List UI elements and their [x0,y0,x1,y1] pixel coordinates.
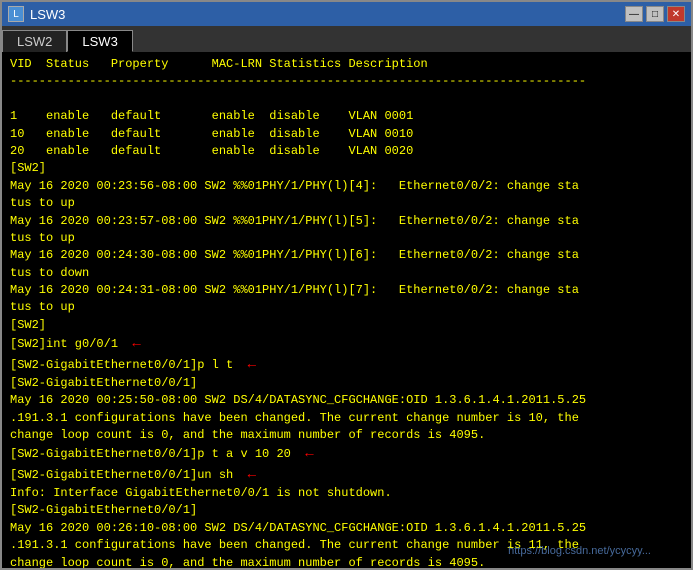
close-button[interactable]: ✕ [667,6,685,22]
terminal-line-5: [SW2] [10,160,683,177]
terminal-line-18: May 16 2020 00:25:50-08:00 SW2 DS/4/DATA… [10,392,683,409]
terminal-area[interactable]: VID Status Property MAC-LRN Statistics D… [2,52,691,568]
arrow-1: ← [132,336,140,352]
title-bar-left: L LSW3 [8,6,65,22]
terminal-line-9: tus to up [10,230,683,247]
terminal-line-13: tus to up [10,299,683,316]
title-bar-controls: — □ ✕ [625,6,685,22]
terminal-line-19: .191.3.1 configurations have been change… [10,410,683,427]
terminal-line-20: change loop count is 0, and the maximum … [10,427,683,444]
terminal-line-0: VID Status Property MAC-LRN Statistics D… [10,56,683,73]
terminal-line-11: tus to down [10,265,683,282]
window-title: LSW3 [30,7,65,22]
main-window: L LSW3 — □ ✕ LSW2 LSW3 VID Status Proper… [0,0,693,570]
terminal-line-25: May 16 2020 00:26:10-08:00 SW2 DS/4/DATA… [10,520,683,537]
window-icon: L [8,6,24,22]
watermark: https://blog.csdn.net/ycycyy... [508,544,651,560]
terminal-line-14: [SW2] [10,317,683,334]
terminal-line-3: 10 enable default enable disable VLAN 00… [10,126,683,143]
terminal-line-10: May 16 2020 00:24:30-08:00 SW2 %%01PHY/1… [10,247,683,264]
tab-lsw3[interactable]: LSW3 [67,30,132,52]
arrow-2: ← [248,357,256,373]
arrow-3: ← [305,446,313,462]
terminal-line-24: [SW2-GigabitEthernet0/0/1] [10,502,683,519]
terminal-line-4: 20 enable default enable disable VLAN 00… [10,143,683,160]
terminal-line-16: [SW2-GigabitEthernet0/0/1]p l t ← [10,355,683,375]
terminal-line-22: [SW2-GigabitEthernet0/0/1]un sh ← [10,465,683,485]
terminal-line-23: Info: Interface GigabitEthernet0/0/1 is … [10,485,683,502]
terminal-line-15: [SW2]int g0/0/1 ← [10,334,683,354]
terminal-line-8: May 16 2020 00:23:57-08:00 SW2 %%01PHY/1… [10,213,683,230]
tab-lsw2[interactable]: LSW2 [2,30,67,52]
terminal-line-2: 1 enable default enable disable VLAN 000… [10,108,683,125]
tab-bar: LSW2 LSW3 [2,26,691,52]
terminal-line-12: May 16 2020 00:24:31-08:00 SW2 %%01PHY/1… [10,282,683,299]
title-bar: L LSW3 — □ ✕ [2,2,691,26]
terminal-line-17: [SW2-GigabitEthernet0/0/1] [10,375,683,392]
terminal-line-6: May 16 2020 00:23:56-08:00 SW2 %%01PHY/1… [10,178,683,195]
terminal-line-21: [SW2-GigabitEthernet0/0/1]p t a v 10 20 … [10,444,683,464]
terminal-line-7: tus to up [10,195,683,212]
minimize-button[interactable]: — [625,6,643,22]
terminal-line-1: ----------------------------------------… [10,73,683,90]
arrow-4: ← [248,467,256,483]
maximize-button[interactable]: □ [646,6,664,22]
terminal-line-blank1 [10,91,683,108]
